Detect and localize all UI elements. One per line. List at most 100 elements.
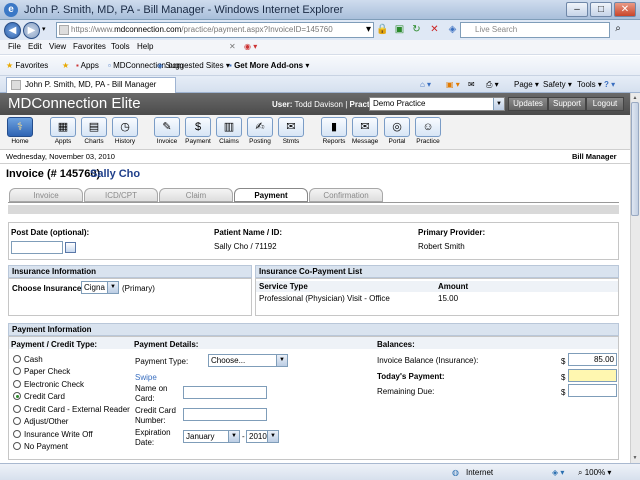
radio-credit-card-external[interactable] (13, 405, 21, 413)
address-dropdown-icon[interactable]: ▾ (362, 23, 375, 37)
add-favorite-icon[interactable]: ★ (62, 61, 69, 70)
radio-electronic-check[interactable] (13, 380, 21, 388)
minimize-button[interactable]: – (566, 2, 588, 17)
help-icon[interactable]: ? ▾ (604, 80, 615, 89)
user-label: User: (272, 100, 293, 109)
invoice-icon: ✎ (154, 117, 180, 137)
toolbar-payment[interactable]: $ Payment (184, 117, 212, 148)
menu-favorites[interactable]: Favorites (73, 42, 106, 51)
search-input[interactable]: Live Search (460, 22, 610, 38)
fav-suggested-sites[interactable]: ◈ Suggested Sites ▾ (157, 61, 230, 70)
patient-name-link[interactable]: Sally Cho (90, 168, 140, 180)
feeds-icon[interactable]: ▣ ▾ (446, 80, 460, 89)
invoice-info-section (8, 222, 619, 260)
updates-button[interactable]: Updates (508, 97, 548, 111)
addons-icon: ▪ (229, 61, 232, 70)
fav-apps-label: Apps (80, 61, 99, 70)
calendar-icon[interactable] (65, 242, 76, 253)
toolbar-posting[interactable]: ✍ Posting (246, 117, 274, 148)
toolbar-message[interactable]: ✉ Message (351, 117, 379, 148)
toolbar-appts[interactable]: ▦ Appts (49, 117, 77, 148)
read-mail-icon[interactable]: ✉ (468, 80, 475, 89)
toolbar-portal-label: Portal (388, 138, 406, 145)
close-window-button[interactable]: ✕ (614, 2, 636, 17)
step-tab-invoice[interactable]: Invoice (9, 188, 83, 202)
insurance-select[interactable]: Cigna ▼ (81, 281, 119, 294)
browser-tab[interactable]: John P. Smith, MD, PA - Bill Manager (6, 77, 176, 93)
favorites-button[interactable]: ★ Favorites (6, 61, 48, 70)
menu-file[interactable]: File (8, 42, 21, 51)
home-page-icon[interactable]: ⌂ ▾ (420, 80, 431, 89)
recent-pages-dropdown-icon[interactable]: ▾ (42, 25, 46, 33)
step-tab-icd-cpt[interactable]: ICD/CPT (84, 188, 158, 202)
chevron-down-icon[interactable]: ▼ (107, 282, 118, 293)
invoice-balance-label: Invoice Balance (Insurance): (377, 356, 479, 365)
chevron-down-icon[interactable]: ▼ (267, 431, 278, 442)
toolbar-home[interactable]: ⚕ Home (6, 117, 34, 148)
invoice-balance-input[interactable]: 85.00 (568, 353, 617, 366)
menu-view[interactable]: View (49, 42, 66, 51)
refresh-icon[interactable]: ↻ (410, 23, 423, 37)
radio-no-payment[interactable] (13, 442, 21, 450)
practice-select[interactable]: Demo Practice ▼ (369, 97, 505, 111)
payment-type-select[interactable]: Choose... ▼ (208, 354, 288, 367)
radio-credit-card[interactable] (13, 392, 21, 400)
exp-month-select[interactable]: January ▼ (183, 430, 240, 443)
maximize-button[interactable]: □ (590, 2, 612, 17)
scroll-up-icon[interactable]: ▲ (631, 94, 639, 102)
stop-icon[interactable]: ✕ (428, 23, 441, 37)
copay-row-amount: 15.00 (438, 294, 459, 303)
cmd-tools[interactable]: Tools ▾ (577, 80, 602, 89)
compatibility-icon[interactable]: ▣ (393, 23, 406, 37)
practice-value: Demo Practice (373, 99, 426, 108)
toolbar-charts[interactable]: ▤ Charts (80, 117, 108, 148)
menu-tools[interactable]: Tools (111, 42, 130, 51)
card-number-input[interactable] (183, 408, 267, 421)
radio-insurance-write-off[interactable] (13, 430, 21, 438)
toolbar-reports[interactable]: ▮ Reports (320, 117, 348, 148)
address-input[interactable]: https://www.mdconnection.com/practice/pa… (56, 22, 374, 38)
protected-mode-icon[interactable]: ◈ ▾ (552, 468, 564, 477)
menu-help[interactable]: Help (137, 42, 153, 51)
step-tab-claim[interactable]: Claim (159, 188, 233, 202)
back-button[interactable]: ◀ (4, 22, 21, 39)
fav-get-addons[interactable]: ▪ Get More Add-ons ▾ (229, 61, 309, 70)
post-date-input[interactable] (11, 241, 63, 254)
toolbar-stmts[interactable]: ✉ Stmts (277, 117, 305, 148)
name-on-card-input[interactable] (183, 386, 267, 399)
step-tab-payment[interactable]: Payment (234, 188, 308, 202)
chevron-down-icon[interactable]: ▼ (228, 431, 239, 442)
lock-icon[interactable]: 🔒 (376, 23, 389, 37)
radio-credit-card-external-label: Credit Card - External Reader (24, 405, 130, 414)
menu-edit[interactable]: Edit (28, 42, 42, 51)
chevron-down-icon[interactable]: ▼ (493, 98, 504, 110)
remaining-due-input[interactable] (568, 384, 617, 397)
logout-button[interactable]: Logout (586, 97, 624, 111)
chevron-down-icon[interactable]: ▼ (276, 355, 287, 366)
forward-button[interactable]: ▶ (23, 22, 40, 39)
toolbar-portal[interactable]: ◎ Portal (383, 117, 411, 148)
addon-icon[interactable]: ◉ ▾ (244, 42, 257, 51)
radio-cash[interactable] (13, 355, 21, 363)
scrollbar-thumb[interactable] (631, 102, 639, 216)
toolbar-history[interactable]: ◷ History (111, 117, 139, 148)
toolbar-claims[interactable]: ▥ Claims (215, 117, 243, 148)
toolbar-invoice[interactable]: ✎ Invoice (153, 117, 181, 148)
step-tab-confirmation[interactable]: Confirmation (309, 188, 383, 202)
print-icon[interactable]: ⎙ ▾ (486, 80, 499, 90)
cmd-page[interactable]: Page ▾ (514, 80, 539, 89)
support-button[interactable]: Support (548, 97, 586, 111)
toolbar-practice[interactable]: ☺ Practice (414, 117, 442, 148)
cmd-safety[interactable]: Safety ▾ (543, 80, 572, 89)
radio-paper-check[interactable] (13, 367, 21, 375)
todays-payment-input[interactable] (568, 369, 617, 382)
claims-icon: ▥ (216, 117, 242, 137)
swipe-link[interactable]: Swipe (135, 373, 157, 382)
exp-year-select[interactable]: 2010 ▼ (246, 430, 279, 443)
toolbar-close-icon[interactable]: ✕ (229, 42, 236, 51)
fav-apps[interactable]: ▪ Apps (76, 61, 99, 70)
scroll-down-icon[interactable]: ▼ (631, 454, 639, 462)
radio-adjust-other[interactable] (13, 417, 21, 425)
search-icon[interactable]: ⌕ (611, 22, 625, 38)
zoom-level[interactable]: ⌕ 100% ▾ (578, 468, 611, 478)
